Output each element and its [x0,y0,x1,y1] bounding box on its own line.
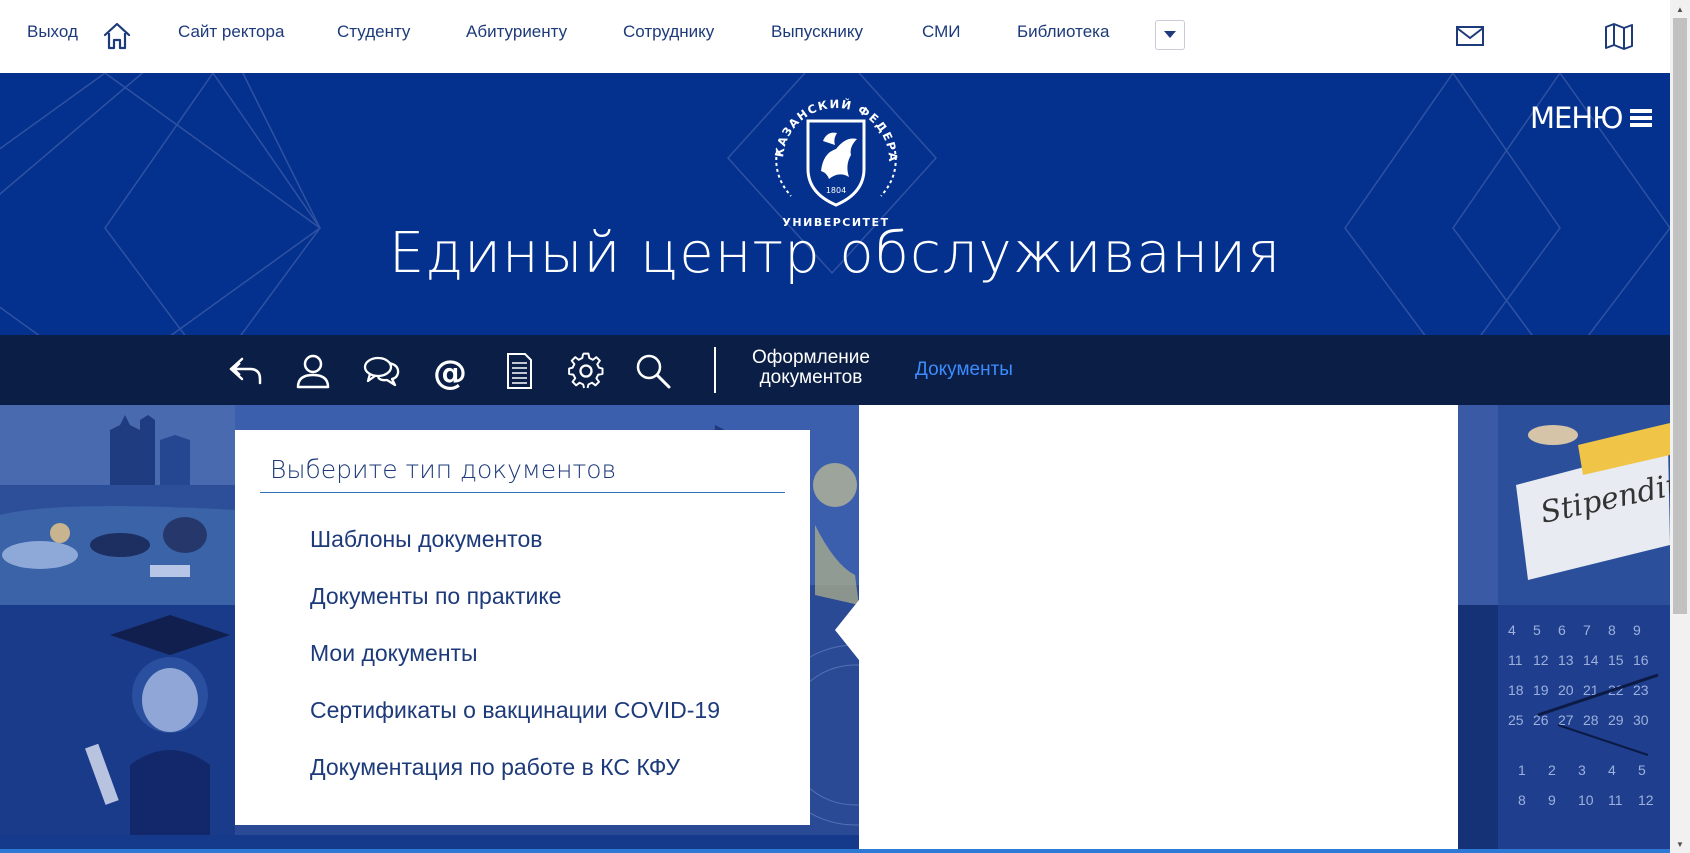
map-icon[interactable] [1603,20,1635,52]
scrollbar-thumb[interactable] [1673,18,1687,614]
user-icon[interactable] [293,351,333,391]
svg-text:30: 30 [1633,712,1649,728]
header-banner: КАЗАНСКИЙ ФЕДЕРАЛЬНЫЙ УНИВЕРСИТЕТ 1804 Е… [0,73,1670,335]
svg-text:4: 4 [1608,762,1616,778]
svg-text:2: 2 [1548,762,1556,778]
document-type-panel: Выберите тип документов Шаблоны документ… [235,430,810,825]
svg-text:11: 11 [1608,792,1623,808]
campus-photo-image [0,405,235,605]
home-icon[interactable] [101,20,133,52]
panel-heading: Выберите тип документов [270,455,617,484]
svg-text:4: 4 [1508,622,1516,638]
svg-text:@: @ [433,353,467,391]
scroll-up-icon[interactable]: ▲ [1670,0,1690,18]
more-dropdown-button[interactable] [1155,20,1185,50]
at-icon[interactable]: @ [430,351,470,391]
svg-text:29: 29 [1608,712,1624,728]
svg-text:13: 13 [1558,652,1574,668]
nav-item-graduate[interactable]: Выпускнику [771,22,863,42]
svg-text:16: 16 [1633,652,1649,668]
svg-text:1804: 1804 [826,186,846,195]
svg-text:15: 15 [1608,652,1624,668]
svg-text:8: 8 [1608,622,1616,638]
nav-item-rector-site[interactable]: Сайт ректора [178,22,284,42]
page-scrollbar[interactable]: ▲ ▼ [1670,0,1690,853]
calendar-photo-image: 456789 111213141516 181920212223 2526272… [1458,605,1670,853]
nav-item-media[interactable]: СМИ [922,22,960,42]
docs-service-line2: документов [759,367,863,388]
menu-label: МЕНЮ [1530,101,1623,135]
nav-item-student[interactable]: Студенту [337,22,410,42]
svg-text:6: 6 [1558,622,1566,638]
gear-icon[interactable] [566,351,606,391]
practice-documents-link[interactable]: Документы по практике [310,583,561,610]
vaccination-certificates-link[interactable]: Сертификаты о вакцинации COVID-19 [310,697,720,724]
svg-text:28: 28 [1583,712,1599,728]
chat-icon[interactable] [362,351,402,391]
svg-text:8: 8 [1518,792,1526,808]
my-documents-link[interactable]: Мои документы [310,640,478,667]
ks-kfu-documentation-link[interactable]: Документация по работе в КС КФУ [310,754,680,781]
svg-text:10: 10 [1578,792,1594,808]
document-icon[interactable] [499,351,539,391]
top-navigation: Выход Сайт ректора Студенту Абитуриенту … [0,0,1670,73]
panel-divider [260,492,785,493]
svg-text:25: 25 [1508,712,1524,728]
svg-text:14: 14 [1583,652,1599,668]
stipendium-photo-image: Stipendiu [1458,405,1670,605]
back-arrow-icon[interactable] [226,351,266,391]
svg-text:12: 12 [1638,792,1654,808]
svg-text:12: 12 [1533,652,1549,668]
bottom-accent-line [0,849,1670,853]
nav-item-library[interactable]: Библиотека [1017,22,1109,42]
graduate-photo-image [0,605,235,835]
panel-pointer [835,600,859,660]
doc-templates-link[interactable]: Шаблоны документов [310,526,542,553]
docs-service-link[interactable]: Оформление документов [752,348,870,388]
svg-text:20: 20 [1558,682,1574,698]
svg-text:1: 1 [1518,762,1526,778]
svg-text:23: 23 [1633,682,1649,698]
svg-text:9: 9 [1633,622,1641,638]
svg-text:3: 3 [1578,762,1586,778]
toolbar-divider [714,347,716,393]
hamburger-icon [1630,109,1653,127]
page-title: Единый центр обслуживания [388,221,1282,286]
nav-item-employee[interactable]: Сотруднику [623,22,714,42]
logout-link[interactable]: Выход [27,22,78,42]
svg-text:5: 5 [1638,762,1646,778]
search-icon[interactable] [633,351,673,391]
svg-text:11: 11 [1508,652,1523,668]
mail-icon[interactable] [1455,24,1485,48]
chevron-down-icon [1164,31,1176,38]
svg-text:5: 5 [1533,622,1541,638]
content-panel [859,405,1458,853]
scroll-down-icon[interactable]: ▼ [1670,835,1690,853]
documents-link[interactable]: Документы [915,359,1013,381]
menu-button[interactable]: МЕНЮ [1530,101,1653,135]
svg-text:9: 9 [1548,792,1556,808]
kfu-logo-icon: КАЗАНСКИЙ ФЕДЕРАЛЬНЫЙ УНИВЕРСИТЕТ 1804 [761,81,899,229]
svg-text:19: 19 [1533,682,1549,698]
service-toolbar: @ Оформление документов Документы [0,335,1670,405]
svg-text:18: 18 [1508,682,1524,698]
nav-item-applicant[interactable]: Абитуриенту [466,22,567,42]
svg-text:7: 7 [1583,622,1591,638]
docs-service-line1: Оформление [752,347,870,368]
